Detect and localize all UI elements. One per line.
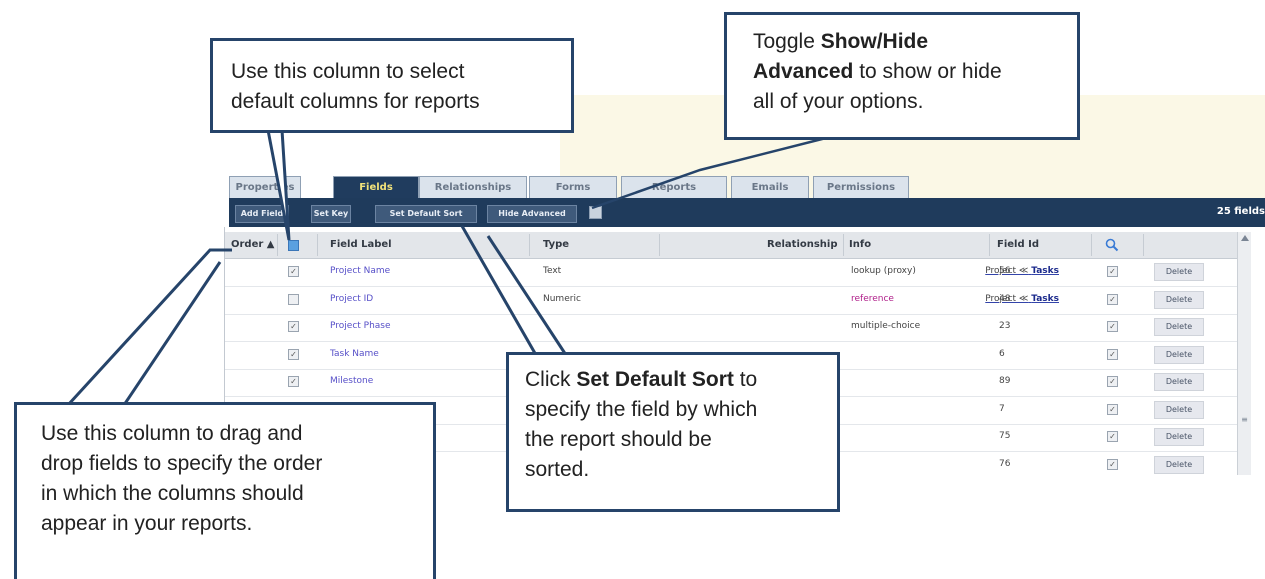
callout-select-columns: Use this column to select default column… bbox=[210, 38, 574, 133]
callout-set-default-sort: Click Set Default Sort to specify the fi… bbox=[506, 352, 840, 512]
callout-text: default columns for reports bbox=[231, 90, 480, 113]
callout-text: Use this column to select bbox=[231, 60, 465, 83]
callout-toggle-advanced: Toggle Show/Hide Advanced to show or hid… bbox=[724, 12, 1080, 140]
callout-order-column: Use this column to drag and drop fields … bbox=[14, 402, 436, 579]
